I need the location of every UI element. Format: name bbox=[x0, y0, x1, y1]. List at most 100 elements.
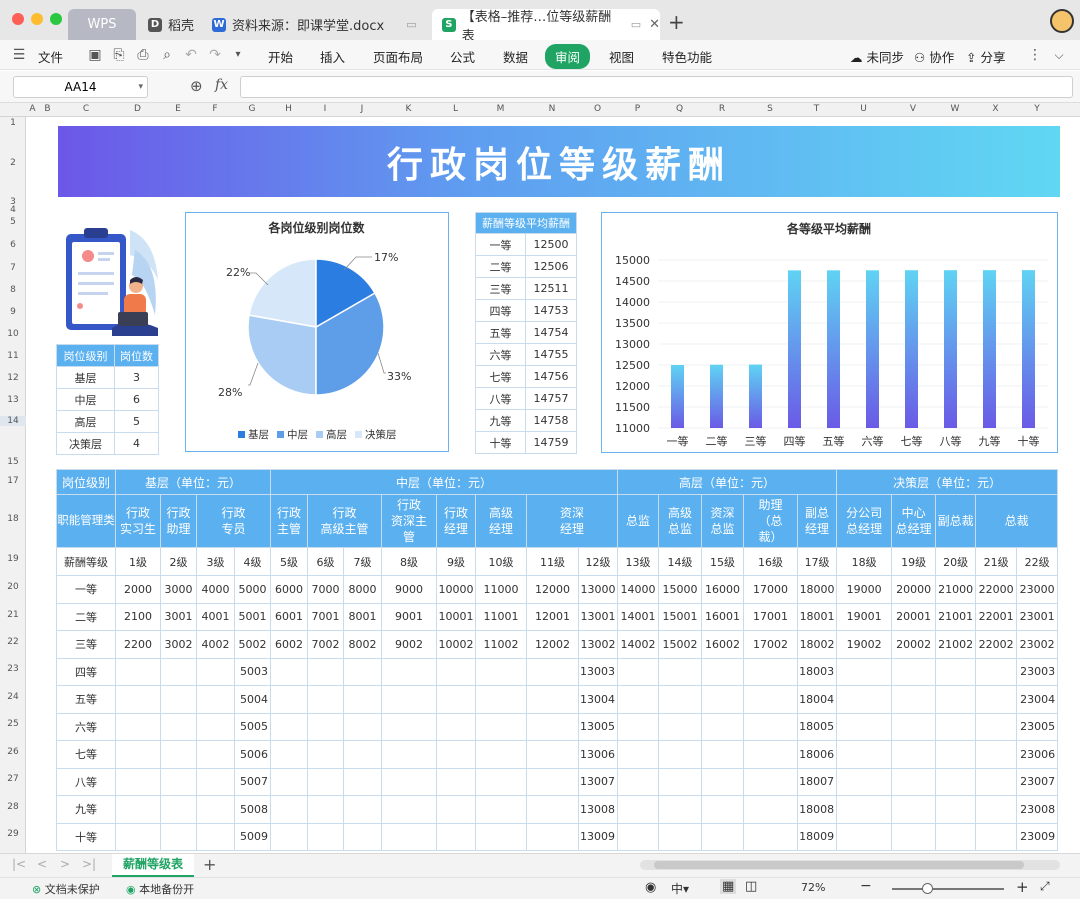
cell-reference-box[interactable]: AA14 ▾ bbox=[13, 76, 148, 98]
minimize-window-button[interactable] bbox=[31, 13, 43, 25]
table-cell[interactable] bbox=[658, 767, 703, 796]
function-icon[interactable]: fx bbox=[215, 77, 228, 93]
table-cell[interactable] bbox=[196, 657, 235, 686]
bar-九等[interactable] bbox=[983, 270, 996, 428]
table-cell[interactable]: 17002 bbox=[743, 630, 799, 659]
table-cell[interactable] bbox=[617, 657, 660, 686]
backup-status[interactable]: ◉ 本地备份开 bbox=[126, 881, 194, 897]
cell[interactable]: 14756 bbox=[525, 365, 577, 388]
table-cell[interactable]: 23007 bbox=[1016, 767, 1059, 796]
col-header[interactable]: N bbox=[526, 104, 578, 114]
table-cell[interactable] bbox=[658, 822, 703, 851]
table-cell[interactable] bbox=[891, 822, 937, 851]
zoom-search-icon[interactable]: ⊕ bbox=[190, 77, 203, 95]
table-cell[interactable] bbox=[743, 712, 799, 741]
table-cell[interactable]: 8000 bbox=[343, 575, 383, 604]
table-cell[interactable]: 18005 bbox=[797, 712, 838, 741]
protect-status[interactable]: ⊗ 文档未保护 bbox=[32, 881, 100, 897]
table-cell[interactable] bbox=[270, 740, 309, 769]
table-cell[interactable]: 12002 bbox=[526, 630, 580, 659]
position-header[interactable]: 助理 （总 裁） bbox=[743, 494, 799, 548]
table-cell[interactable] bbox=[115, 767, 161, 796]
collab-button[interactable]: ⚇ 协作 bbox=[914, 47, 954, 66]
cell[interactable]: 五等 bbox=[475, 321, 526, 344]
col-header[interactable]: T bbox=[797, 104, 836, 114]
cell[interactable]: 12511 bbox=[525, 277, 577, 300]
first-sheet-icon[interactable]: |< bbox=[12, 857, 26, 871]
table-cell[interactable] bbox=[975, 657, 1018, 686]
table-cell[interactable]: 17001 bbox=[743, 602, 799, 631]
position-header[interactable]: 行政 实习生 bbox=[115, 494, 161, 548]
input-method-icon[interactable]: 中▾ bbox=[671, 880, 689, 897]
table-cell[interactable] bbox=[701, 822, 745, 851]
table-cell[interactable]: 13006 bbox=[578, 740, 619, 769]
table-cell[interactable]: 5005 bbox=[233, 712, 272, 741]
table-cell[interactable]: 9001 bbox=[381, 602, 438, 631]
table-cell[interactable]: 23004 bbox=[1016, 685, 1059, 714]
table-cell[interactable]: 20002 bbox=[891, 630, 937, 659]
normal-view-icon[interactable]: ▦ bbox=[720, 879, 737, 894]
table-cell[interactable]: 18009 bbox=[797, 822, 838, 851]
col-header[interactable]: F bbox=[196, 104, 234, 114]
zoom-slider-handle[interactable] bbox=[922, 883, 933, 894]
table-cell[interactable] bbox=[526, 712, 580, 741]
table-cell[interactable] bbox=[343, 657, 383, 686]
table-cell[interactable] bbox=[617, 767, 660, 796]
table-cell[interactable]: 13002 bbox=[578, 630, 619, 659]
table-cell[interactable]: 10001 bbox=[436, 602, 477, 631]
cell[interactable]: 14753 bbox=[525, 299, 577, 322]
row-header[interactable]: 8 bbox=[0, 285, 26, 295]
col-header[interactable]: S bbox=[743, 104, 797, 114]
table-cell[interactable] bbox=[270, 712, 309, 741]
row-header[interactable]: 27 bbox=[0, 774, 26, 784]
table-cell[interactable]: 5006 bbox=[233, 740, 272, 769]
row-header[interactable]: 22 bbox=[0, 637, 26, 647]
col-header[interactable]: K bbox=[381, 104, 436, 114]
table-cell[interactable] bbox=[526, 795, 580, 824]
close-tab-icon[interactable]: ✕ bbox=[649, 17, 660, 32]
table-cell[interactable]: 5002 bbox=[233, 630, 272, 659]
table-cell[interactable]: 5004 bbox=[233, 685, 272, 714]
table-cell[interactable]: 23002 bbox=[1016, 630, 1059, 659]
table-cell[interactable] bbox=[701, 767, 745, 796]
table-cell[interactable]: 19002 bbox=[836, 630, 893, 659]
table-cell[interactable] bbox=[270, 685, 309, 714]
table-cell[interactable] bbox=[935, 822, 977, 851]
table-cell[interactable]: 19000 bbox=[836, 575, 893, 604]
table-cell[interactable] bbox=[436, 740, 477, 769]
table-cell[interactable] bbox=[701, 712, 745, 741]
table-cell[interactable] bbox=[307, 767, 345, 796]
position-header[interactable]: 行政 资深主 管 bbox=[381, 494, 438, 548]
table-cell[interactable] bbox=[658, 685, 703, 714]
table-cell[interactable] bbox=[935, 712, 977, 741]
table-cell[interactable] bbox=[196, 712, 235, 741]
table-cell[interactable]: 15001 bbox=[658, 602, 703, 631]
table-cell[interactable] bbox=[743, 685, 799, 714]
table-cell[interactable]: 14001 bbox=[617, 602, 660, 631]
table-cell[interactable]: 4001 bbox=[196, 602, 235, 631]
grade-cell[interactable]: 7级 bbox=[343, 547, 383, 576]
table-cell[interactable] bbox=[891, 657, 937, 686]
cell[interactable]: 4 bbox=[114, 432, 159, 455]
table-cell[interactable] bbox=[436, 767, 477, 796]
table-cell[interactable] bbox=[160, 657, 197, 686]
menu-view[interactable]: 视图 bbox=[609, 47, 634, 66]
table-cell[interactable]: 6002 bbox=[270, 630, 309, 659]
hamburger-menu-icon[interactable]: ☰ bbox=[10, 46, 28, 64]
close-window-button[interactable] bbox=[12, 13, 24, 25]
row-label[interactable]: 三等 bbox=[56, 630, 116, 659]
table-cell[interactable]: 15002 bbox=[658, 630, 703, 659]
menu-insert[interactable]: 插入 bbox=[320, 47, 345, 66]
table-cell[interactable]: 5007 bbox=[233, 767, 272, 796]
table-cell[interactable] bbox=[270, 767, 309, 796]
table-cell[interactable] bbox=[343, 712, 383, 741]
grade-cell[interactable]: 17级 bbox=[797, 547, 838, 576]
table-cell[interactable]: 10000 bbox=[436, 575, 477, 604]
table-cell[interactable] bbox=[891, 712, 937, 741]
bar-十等[interactable] bbox=[1022, 270, 1035, 428]
next-sheet-icon[interactable]: > bbox=[60, 857, 70, 871]
table-cell[interactable] bbox=[975, 795, 1018, 824]
table-cell[interactable]: 4000 bbox=[196, 575, 235, 604]
menu-special[interactable]: 特色功能 bbox=[662, 47, 712, 66]
table-cell[interactable]: 23009 bbox=[1016, 822, 1059, 851]
